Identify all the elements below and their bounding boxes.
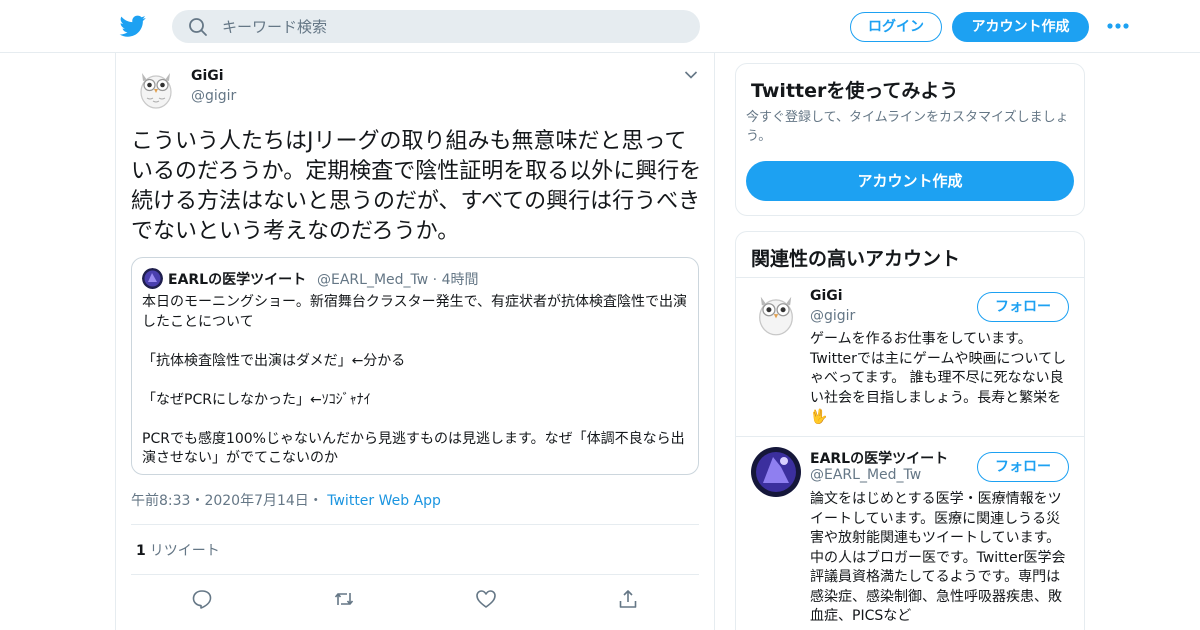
author-name[interactable]: GiGi [191, 68, 224, 84]
account-handle[interactable]: @gigir [810, 308, 855, 324]
signup-card: Twitterを使ってみよう 今すぐ登録して、タイムラインをカスタマイズしましょ… [735, 63, 1085, 216]
signup-button[interactable]: アカウント作成 [952, 12, 1089, 42]
account-name[interactable]: EARLの医学ツイート [810, 448, 948, 468]
quoted-avatar [142, 268, 163, 289]
quoted-text: 本日のモーニングショー。新宿舞台クラスター発生で、有症状者が抗体検査陰性で出演し… [142, 294, 688, 466]
account-avatar[interactable] [751, 288, 801, 338]
retweet-icon[interactable] [333, 588, 355, 610]
divider [131, 524, 699, 525]
quoted-time: · 4時間 [432, 272, 479, 288]
retweet-count: 1 [136, 543, 146, 559]
signup-card-button[interactable]: アカウント作成 [746, 161, 1074, 201]
related-accounts-card: 関連性の高いアカウント GiGi @gigir フォロー ゲームを作るお仕事をし… [735, 231, 1085, 630]
twitter-bird-icon[interactable] [119, 13, 147, 39]
login-button[interactable]: ログイン [850, 12, 942, 42]
signup-card-title: Twitterを使ってみよう [751, 80, 959, 102]
signup-card-description: 今すぐ登録して、タイムラインをカスタマイズしましょう。 [746, 110, 1069, 144]
divider [131, 574, 699, 575]
avatar[interactable] [133, 65, 179, 111]
account-bio: ゲームを作るお仕事をしています。Twitterでは主にゲームや映画についてしゃべ… [810, 331, 1067, 425]
quoted-author-meta: @EARL_Med_Tw · 4時間 [317, 269, 478, 289]
account-avatar[interactable] [751, 447, 801, 497]
tweet-timestamp[interactable]: 午前8:33・2020年7月14日・ [131, 493, 323, 509]
like-icon[interactable] [475, 588, 497, 610]
follow-button[interactable]: フォロー [977, 452, 1069, 482]
tweet-column: GiGi @gigir こういう人たちはJリーグの取り組みも無意味だと思っている… [115, 53, 715, 630]
reply-icon[interactable] [191, 588, 213, 610]
retweet-stats[interactable]: 1 リツイート [136, 540, 220, 560]
share-icon[interactable] [617, 588, 639, 610]
quoted-tweet[interactable]: EARLの医学ツイート @EARL_Med_Tw · 4時間 本日のモーニングシ… [131, 257, 699, 475]
follow-button[interactable]: フォロー [977, 292, 1069, 322]
quoted-author-name: EARLの医学ツイート [168, 272, 307, 288]
quoted-author-handle: @EARL_Med_Tw [317, 272, 429, 288]
account-bio: 論文をはじめとする医学・医療情報をツイートしています。医療に関連しうる災害や放射… [810, 491, 1066, 624]
search-icon [189, 18, 207, 36]
chevron-down-icon[interactable] [684, 70, 698, 80]
tweet-source[interactable]: Twitter Web App [327, 493, 441, 509]
retweet-label: リツイート [149, 543, 220, 559]
more-options-icon[interactable] [1106, 22, 1130, 30]
author-handle[interactable]: @gigir [191, 88, 236, 104]
divider [736, 436, 1084, 437]
account-name[interactable]: GiGi [810, 288, 843, 304]
related-accounts-title: 関連性の高いアカウント [751, 248, 961, 270]
divider [736, 277, 1084, 278]
account-handle[interactable]: @EARL_Med_Tw [810, 467, 921, 483]
tweet-metadata: 午前8:33・2020年7月14日・ Twitter Web App [131, 490, 441, 510]
search-bar [172, 10, 700, 43]
search-input[interactable] [222, 10, 682, 43]
top-bar: ログイン アカウント作成 [0, 0, 1200, 53]
tweet-text: こういう人たちはJリーグの取り組みも無意味だと思っているのだろうか。定期検査で陰… [131, 129, 702, 244]
